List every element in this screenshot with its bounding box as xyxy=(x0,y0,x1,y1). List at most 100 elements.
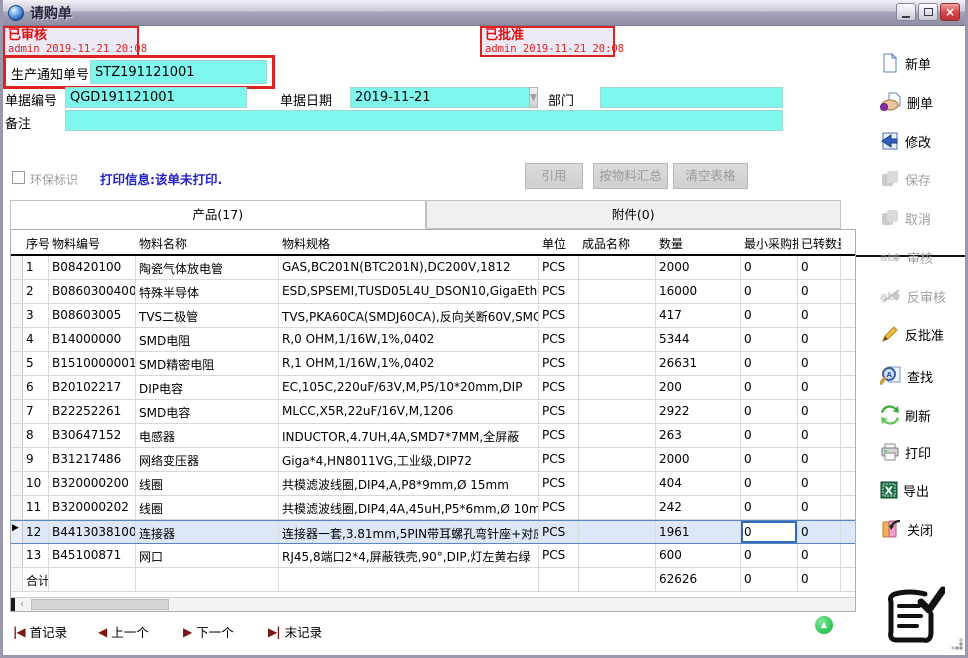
sidebar-button-导出[interactable]: X导出 xyxy=(880,478,929,502)
cell-spec[interactable]: MLCC,X5R,22uF/16V,M,1206 xyxy=(279,400,539,423)
table-row[interactable]: 7B22252261SMD电容MLCC,X5R,22uF/16V,M,1206P… xyxy=(11,400,855,424)
cell-product[interactable] xyxy=(579,328,656,351)
cell-unit[interactable]: PCS xyxy=(539,304,579,327)
cell-name[interactable]: 特殊半导体 xyxy=(136,280,279,303)
cell-product[interactable] xyxy=(579,448,656,471)
cell-code[interactable]: B31217486 xyxy=(49,448,136,471)
cell-no[interactable]: 2 xyxy=(23,280,49,303)
cell-product[interactable] xyxy=(579,280,656,303)
cell-min_batch[interactable]: 0 xyxy=(741,376,798,399)
cell-spec[interactable]: INDUCTOR,4.7UH,4A,SMD7*7MM,全屏蔽 xyxy=(279,424,539,447)
cell-product[interactable] xyxy=(579,424,656,447)
cell-code[interactable]: B30647152 xyxy=(49,424,136,447)
close-button[interactable]: × xyxy=(940,3,960,21)
cell-name[interactable]: SMD电容 xyxy=(136,400,279,423)
row-marker-cell[interactable] xyxy=(11,496,23,519)
cell-spec[interactable]: 共模滤波线圈,DIP4,4A,45uH,P5*6mm,Ø 10mm xyxy=(279,496,539,519)
cell-converted[interactable]: 0 xyxy=(798,328,841,351)
cell-spec[interactable]: EC,105C,220uF/63V,M,P5/10*20mm,DIP xyxy=(279,376,539,399)
cell-converted[interactable]: 0 xyxy=(798,280,841,303)
cell-spec[interactable]: R,1 OHM,1/16W,1%,0402 xyxy=(279,352,539,375)
cell-min_batch[interactable]: 0 xyxy=(741,352,798,375)
department-input[interactable] xyxy=(600,87,783,108)
cell-unit[interactable]: PCS xyxy=(539,328,579,351)
cell-unit[interactable]: PCS xyxy=(539,496,579,519)
col-header-product[interactable]: 成品名称 xyxy=(579,230,656,254)
cell-product[interactable] xyxy=(579,376,656,399)
cell-code[interactable]: B4413038100 xyxy=(49,521,136,543)
sidebar-button-新单[interactable]: 新单 xyxy=(880,51,931,75)
cell-min_batch[interactable]: 0 xyxy=(741,328,798,351)
cell-name[interactable]: 线圈 xyxy=(136,472,279,495)
cell-spec[interactable]: TVS,PKA60CA(SMDJ60CA),反向关断60V,SMC(D xyxy=(279,304,539,327)
col-header-unit[interactable]: 单位 xyxy=(539,230,579,254)
cell-no[interactable]: 1 xyxy=(23,256,49,279)
cite-button[interactable]: 引用 xyxy=(525,163,583,189)
cell-name[interactable]: 电感器 xyxy=(136,424,279,447)
cell-qty[interactable]: 417 xyxy=(656,304,741,327)
doc-date-combo[interactable]: ▼ xyxy=(350,87,534,108)
col-header-code[interactable]: 物料编号 xyxy=(49,230,136,254)
table-row[interactable]: 4B14000000SMD电阻R,0 OHM,1/16W,1%,0402PCS5… xyxy=(11,328,855,352)
sidebar-button-打印[interactable]: 打印 xyxy=(880,440,931,464)
cell-code[interactable]: B320000202 xyxy=(49,496,136,519)
row-marker-cell[interactable] xyxy=(11,400,23,423)
cell-qty[interactable]: 2000 xyxy=(656,256,741,279)
sidebar-button-修改[interactable]: 修改 xyxy=(880,129,931,153)
cell-qty[interactable]: 16000 xyxy=(656,280,741,303)
cell-converted[interactable]: 0 xyxy=(798,424,841,447)
cell-name[interactable]: 网络变压器 xyxy=(136,448,279,471)
sidebar-button-反批准[interactable]: 反批准 xyxy=(880,322,944,346)
remark-input[interactable] xyxy=(65,110,783,131)
cell-code[interactable]: B08420100 xyxy=(49,256,136,279)
cell-name[interactable]: DIP电容 xyxy=(136,376,279,399)
scrollbar-thumb[interactable] xyxy=(31,599,169,610)
cell-converted[interactable]: 0 xyxy=(798,496,841,519)
col-header-name[interactable]: 物料名称 xyxy=(136,230,279,254)
chevron-down-icon[interactable]: ▼ xyxy=(529,87,538,108)
row-marker-cell[interactable] xyxy=(11,424,23,447)
col-header-no[interactable]: 序号 xyxy=(23,230,49,254)
cell-name[interactable]: 连接器 xyxy=(136,521,279,543)
cell-no[interactable]: 10 xyxy=(23,472,49,495)
cell-unit[interactable]: PCS xyxy=(539,256,579,279)
sidebar-button-关闭[interactable]: 关闭 xyxy=(880,517,933,541)
cell-product[interactable] xyxy=(579,256,656,279)
cell-no[interactable]: 12 xyxy=(23,521,49,543)
cell-converted[interactable]: 0 xyxy=(798,304,841,327)
cell-code[interactable]: B1510000001 xyxy=(49,352,136,375)
clear-table-button[interactable]: 清空表格 xyxy=(673,163,748,189)
cell-no[interactable]: 5 xyxy=(23,352,49,375)
row-marker-cell[interactable] xyxy=(11,280,23,303)
cell-product[interactable] xyxy=(579,352,656,375)
go-top-icon[interactable]: ▲ xyxy=(815,616,833,634)
nav-first-button[interactable]: |◀首记录 xyxy=(13,622,67,641)
maximize-button[interactable] xyxy=(918,3,938,21)
table-row[interactable]: 1B08420100陶瓷气体放电管GAS,BC201N(BTC201N),DC2… xyxy=(11,256,855,280)
cell-qty[interactable]: 242 xyxy=(656,496,741,519)
cell-converted[interactable]: 0 xyxy=(798,472,841,495)
cell-spec[interactable]: 共模滤波线圈,DIP4,A,P8*9mm,Ø 15mm xyxy=(279,472,539,495)
title-bar[interactable]: 请购单 × xyxy=(3,0,965,26)
cell-code[interactable]: B20102217 xyxy=(49,376,136,399)
production-notice-input[interactable] xyxy=(90,60,267,84)
cell-unit[interactable]: PCS xyxy=(539,280,579,303)
cell-converted[interactable]: 0 xyxy=(798,544,841,567)
cell-spec[interactable]: ESD,SPSEMI,TUSD05L4U_DSON10,GigaEth-4 xyxy=(279,280,539,303)
table-row[interactable]: 3B08603005TVS二极管TVS,PKA60CA(SMDJ60CA),反向… xyxy=(11,304,855,328)
minimize-button[interactable] xyxy=(896,3,916,21)
doc-no-input[interactable] xyxy=(65,87,247,108)
nav-next-button[interactable]: ▶下一个 xyxy=(183,622,234,641)
cell-no[interactable]: 8 xyxy=(23,424,49,447)
cell-no[interactable]: 7 xyxy=(23,400,49,423)
eco-checkbox[interactable] xyxy=(12,171,25,184)
cell-unit[interactable]: PCS xyxy=(539,424,579,447)
cell-product[interactable] xyxy=(579,544,656,567)
cell-code[interactable]: B22252261 xyxy=(49,400,136,423)
cell-min_batch[interactable]: 0 xyxy=(741,472,798,495)
cell-name[interactable]: TVS二极管 xyxy=(136,304,279,327)
cell-unit[interactable]: PCS xyxy=(539,376,579,399)
table-row[interactable]: 6B20102217DIP电容EC,105C,220uF/63V,M,P5/10… xyxy=(11,376,855,400)
cell-spec[interactable]: RJ45,8端口2*4,屏蔽铁壳,90°,DIP,灯左黄右绿 xyxy=(279,544,539,567)
cell-qty[interactable]: 5344 xyxy=(656,328,741,351)
